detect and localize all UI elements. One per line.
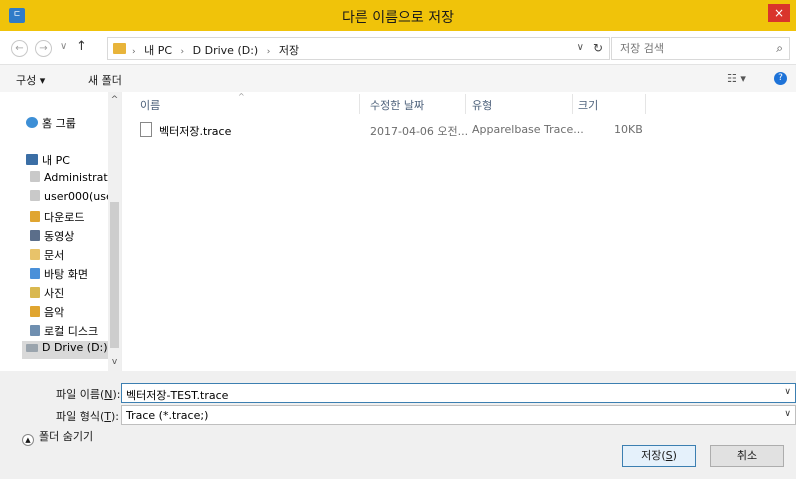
- sidebar-item-label: 홈 그룹: [42, 117, 76, 130]
- filename-field[interactable]: 벡터저장-TEST.trace ∨: [121, 383, 796, 403]
- folder-icon: [113, 43, 126, 54]
- file-type: Apparelbase Trace...: [472, 123, 584, 136]
- file-name: 벡터저장.trace: [159, 125, 232, 138]
- address-dropdown-icon[interactable]: ∨: [577, 42, 584, 53]
- search-box[interactable]: ⌕: [611, 37, 790, 60]
- command-toolbar: 구성 ▾ 새 폴더 ☷ ▾ ?: [0, 65, 796, 92]
- organize-button[interactable]: 구성 ▾: [16, 72, 45, 88]
- search-icon[interactable]: ⌕: [776, 41, 783, 56]
- column-divider[interactable]: [645, 94, 646, 114]
- sidebar-item-desktop[interactable]: 바탕 화면: [30, 266, 108, 284]
- sidebar-item-label: 로컬 디스크: [44, 325, 99, 338]
- sidebar-item-homegroup[interactable]: 홈 그룹: [26, 115, 121, 133]
- user-folder-icon: [30, 171, 40, 182]
- save-button[interactable]: 저장(S): [622, 445, 696, 467]
- forward-button[interactable]: →: [35, 40, 52, 57]
- column-header-size[interactable]: 크기: [578, 97, 598, 113]
- breadcrumb-save-folder[interactable]: 저장: [279, 44, 299, 57]
- cancel-button[interactable]: 취소: [710, 445, 784, 467]
- breadcrumb-separator: ›: [180, 47, 185, 57]
- navigation-bar: ← → ∨ ↑ › 내 PC › D Drive (D:) › 저장 ∨ ↻ ⌕: [0, 31, 796, 65]
- filename-label: 파일 이름(N):: [56, 388, 121, 401]
- sidebar-item-label: 음악: [44, 306, 65, 319]
- scroll-down-icon[interactable]: v: [108, 357, 121, 369]
- sidebar-item-label: 문서: [44, 249, 65, 262]
- help-icon[interactable]: ?: [774, 72, 787, 85]
- address-bar[interactable]: › 내 PC › D Drive (D:) › 저장 ∨ ↻: [107, 37, 610, 60]
- documents-icon: [30, 249, 40, 260]
- filetype-dropdown-icon[interactable]: ∨: [784, 409, 791, 419]
- sidebar-item-administrator[interactable]: Administrator: [30, 171, 108, 189]
- new-folder-button[interactable]: 새 폴더: [88, 72, 122, 88]
- pictures-icon: [30, 287, 40, 298]
- sidebar-item-this-pc[interactable]: 내 PC: [26, 152, 121, 170]
- local-disk-icon: [30, 325, 40, 336]
- file-size: 10KB: [614, 123, 643, 136]
- sidebar-item-music[interactable]: 음악: [30, 304, 108, 322]
- scroll-up-icon[interactable]: ^: [108, 95, 121, 107]
- collapse-icon: ▲: [22, 434, 34, 446]
- filename-dropdown-icon[interactable]: ∨: [784, 387, 791, 397]
- sidebar-item-label: 다운로드: [44, 211, 85, 224]
- videos-icon: [30, 230, 40, 241]
- column-divider[interactable]: [572, 94, 573, 114]
- sidebar-item-label: D Drive (D:): [42, 341, 108, 354]
- recent-locations-icon[interactable]: ∨: [60, 41, 67, 52]
- column-header-type[interactable]: 유형: [472, 97, 492, 113]
- sidebar-item-videos[interactable]: 동영상: [30, 228, 108, 246]
- column-header-name[interactable]: 이름: [140, 97, 160, 113]
- up-button[interactable]: ↑: [76, 39, 87, 54]
- filename-input[interactable]: 벡터저장-TEST.trace: [126, 387, 228, 403]
- navigation-pane: 홈 그룹 내 PC Administrator user000(user 다운로…: [0, 92, 121, 371]
- column-header-date[interactable]: 수정한 날짜: [370, 97, 424, 113]
- breadcrumb: › 내 PC › D Drive (D:) › 저장: [132, 42, 304, 58]
- sidebar-item-d-drive[interactable]: D Drive (D:): [22, 341, 108, 359]
- sidebar-item-local-disk[interactable]: 로컬 디스크: [30, 323, 108, 341]
- close-button[interactable]: ×: [768, 4, 790, 22]
- user-folder-icon: [30, 190, 40, 201]
- breadcrumb-this-pc[interactable]: 내 PC: [144, 44, 172, 57]
- file-list: ^ 이름 수정한 날짜 유형 크기 벡터저장.trace 2017-04-06 …: [121, 92, 796, 371]
- title-bar: ㄷ 다른 이름으로 저장 ×: [0, 0, 796, 31]
- breadcrumb-separator: ›: [266, 47, 271, 57]
- filetype-label: 파일 형식(T):: [56, 410, 120, 423]
- music-icon: [30, 306, 40, 317]
- file-icon: [140, 122, 152, 137]
- computer-icon: [26, 154, 38, 165]
- window-title: 다른 이름으로 저장: [342, 10, 454, 26]
- filetype-select[interactable]: Trace (*.trace;) ∨: [121, 405, 796, 425]
- filetype-value: Trace (*.trace;): [126, 409, 209, 422]
- search-input[interactable]: [612, 38, 762, 59]
- sidebar-item-label: 내 PC: [42, 154, 70, 167]
- sidebar-item-label: 사진: [44, 287, 65, 300]
- sidebar-item-pictures[interactable]: 사진: [30, 285, 108, 303]
- downloads-icon: [30, 211, 40, 222]
- sidebar-scrollbar[interactable]: ^ v: [108, 92, 121, 371]
- view-options-icon[interactable]: ☷ ▾: [727, 72, 746, 85]
- sidebar-item-label: 동영상: [44, 230, 75, 243]
- file-row[interactable]: 벡터저장.trace 2017-04-06 오전... Apparelbase …: [140, 121, 780, 139]
- column-divider[interactable]: [465, 94, 466, 114]
- sidebar-item-label: 바탕 화면: [44, 268, 88, 281]
- homegroup-icon: [26, 117, 38, 128]
- sort-indicator-icon: ^: [238, 92, 245, 101]
- back-button[interactable]: ←: [11, 40, 28, 57]
- hide-folders-button[interactable]: ▲ 폴더 숨기기: [22, 428, 93, 446]
- sidebar-item-downloads[interactable]: 다운로드: [30, 209, 108, 227]
- sidebar-item-label: Administrator: [44, 171, 108, 184]
- file-date: 2017-04-06 오전...: [370, 125, 469, 138]
- sidebar-item-documents[interactable]: 문서: [30, 247, 108, 265]
- breadcrumb-separator: ›: [132, 47, 136, 57]
- sidebar-item-user000[interactable]: user000(user: [30, 190, 108, 208]
- breadcrumb-d-drive[interactable]: D Drive (D:): [193, 44, 259, 57]
- column-divider[interactable]: [359, 94, 360, 114]
- drive-icon: [26, 344, 38, 352]
- hide-folders-label: 폴더 숨기기: [39, 430, 94, 443]
- sidebar-item-label: user000(user: [44, 190, 108, 203]
- refresh-icon[interactable]: ↻: [593, 41, 603, 55]
- desktop-icon: [30, 268, 40, 279]
- scroll-thumb[interactable]: [110, 202, 119, 348]
